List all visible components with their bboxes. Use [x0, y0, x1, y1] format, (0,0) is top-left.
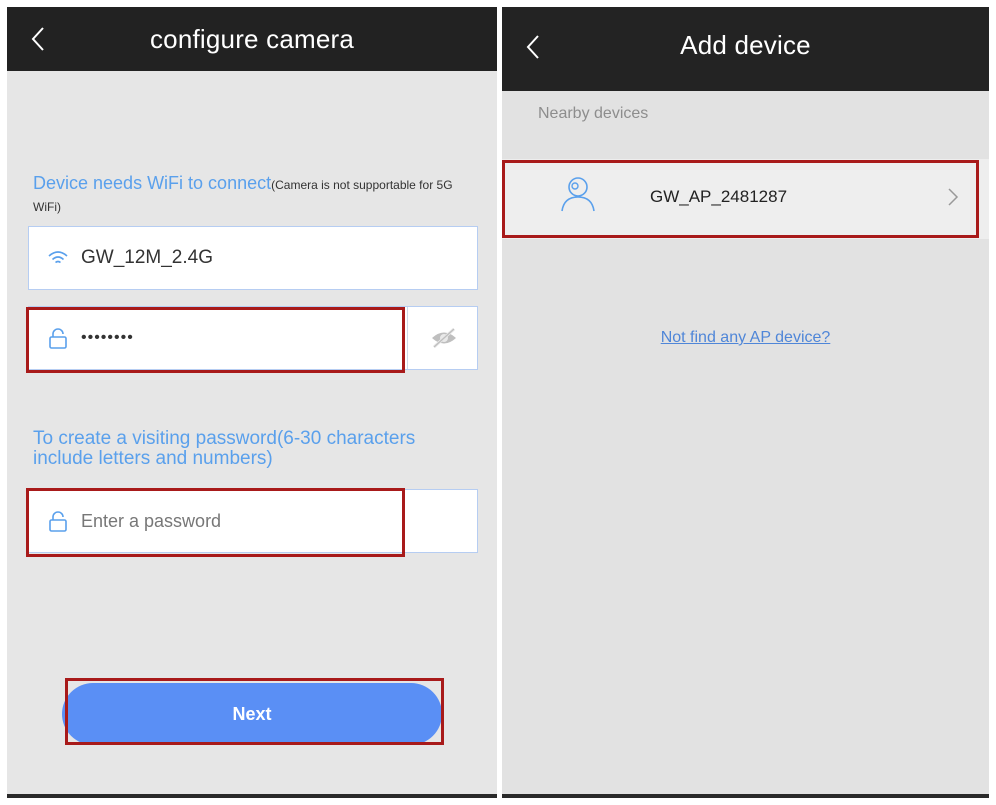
- device-list-item[interactable]: GW_AP_2481287: [502, 159, 989, 239]
- ssid-value: GW_12M_2.4G: [81, 247, 213, 268]
- chevron-right-icon: [948, 188, 959, 206]
- configure-camera-screen: configure camera Device needs WiFi to co…: [7, 7, 497, 798]
- lock-icon: [49, 511, 67, 532]
- next-button[interactable]: Next: [62, 683, 442, 745]
- wifi-password-field[interactable]: ••••••••: [28, 306, 478, 370]
- lock-icon: [49, 328, 67, 349]
- wifi-icon: [48, 251, 68, 264]
- add-device-screen: Add device Nearby devices GW_AP_2481287 …: [502, 7, 989, 798]
- top-bar: configure camera: [7, 7, 497, 71]
- user-icon: [561, 177, 595, 212]
- wifi-password-value: ••••••••: [81, 329, 134, 346]
- top-bar: Add device: [502, 7, 989, 91]
- field-divider: [407, 307, 408, 369]
- wifi-hint: Device needs WiFi to connect(Camera is n…: [33, 173, 483, 217]
- wifi-hint-text: Device needs WiFi to connect: [33, 173, 272, 193]
- not-find-ap-link[interactable]: Not find any AP device?: [502, 329, 989, 347]
- visit-password-hint: To create a visiting password(6-30 chara…: [33, 428, 416, 469]
- page-title: configure camera: [149, 24, 355, 54]
- page-title: Add device: [680, 30, 811, 60]
- visit-password-placeholder: Enter a password: [81, 511, 222, 531]
- section-label: Nearby devices: [538, 105, 649, 122]
- eye-hidden-icon[interactable]: [431, 327, 457, 349]
- ssid-field[interactable]: GW_12M_2.4G: [28, 226, 478, 290]
- visit-password-field[interactable]: Enter a password: [28, 489, 478, 553]
- device-name: GW_AP_2481287: [650, 187, 788, 206]
